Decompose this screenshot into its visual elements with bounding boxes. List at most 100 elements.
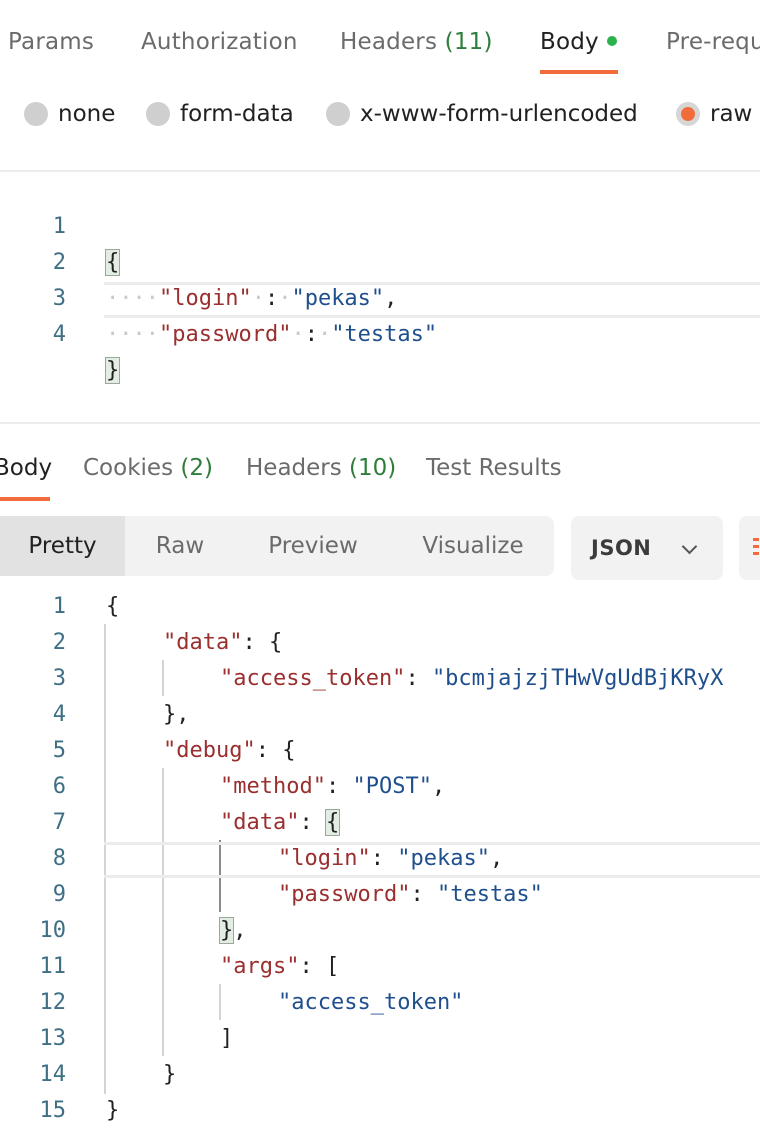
- line-number: 6: [52, 774, 66, 799]
- line-number: 9: [52, 882, 66, 907]
- pane-divider[interactable]: [0, 422, 760, 424]
- headers-count: (11): [444, 29, 493, 55]
- line-number: 5: [52, 738, 66, 763]
- punctuation: : {: [242, 630, 283, 655]
- json-value: "access_token": [278, 990, 464, 1015]
- json-key: "password": [158, 322, 292, 347]
- radio-selected-icon: [676, 102, 700, 126]
- line-number: 2: [52, 630, 66, 655]
- code-line: 13]: [0, 1021, 760, 1057]
- code-line: 5 "debug": {: [0, 733, 760, 769]
- request-body-editor[interactable]: 1 { 2 ····"login"·:·"pekas", 3 ····"pass…: [0, 172, 760, 422]
- active-tab-indicator: [540, 70, 618, 74]
- json-key: "password": [278, 882, 411, 907]
- view-raw-button[interactable]: Raw: [125, 516, 235, 576]
- radio-none[interactable]: none: [24, 98, 115, 130]
- tab-body[interactable]: Body: [540, 26, 617, 58]
- response-tab-headers[interactable]: Headers (10): [246, 452, 396, 484]
- code-line: 7 "data": {: [0, 805, 760, 841]
- line-number: 15: [39, 1098, 67, 1123]
- json-key: "login": [278, 846, 371, 871]
- body-modified-dot-icon: [606, 36, 617, 46]
- radio-label: raw: [710, 101, 753, 127]
- punctuation: : {: [255, 738, 296, 763]
- view-pretty-button[interactable]: Pretty: [0, 516, 125, 576]
- body-type-selector: none form-data x-www-form-urlencoded raw: [0, 92, 760, 136]
- code-line: 1{: [0, 589, 760, 625]
- tab-params[interactable]: Params: [8, 26, 94, 58]
- response-tab-test-results[interactable]: Test Results: [426, 452, 562, 484]
- json-value: "testas": [436, 882, 543, 907]
- tab-pre-request-script[interactable]: Pre-requ: [666, 26, 760, 58]
- json-key: "method": [220, 774, 326, 799]
- code-text: ]: [220, 1026, 234, 1051]
- wrap-lines-icon: [753, 538, 759, 541]
- line-number: 4: [52, 702, 66, 727]
- response-tabs: Body Cookies (2) Headers (10) Test Resul…: [0, 440, 760, 501]
- punctuation: :: [299, 810, 326, 835]
- view-mode-toggle: Pretty Raw Preview Visualize: [0, 516, 554, 576]
- view-visualize-button[interactable]: Visualize: [398, 516, 548, 576]
- json-value: "POST": [352, 774, 432, 799]
- tab-label: Authorization: [141, 29, 298, 55]
- tab-label: Pre-requ: [666, 29, 760, 55]
- code-text: }: [163, 1062, 177, 1087]
- code-line: 8 "login": "pekas",: [0, 841, 760, 877]
- code-text: },: [163, 702, 190, 727]
- matching-brace: }: [104, 357, 121, 384]
- chevron-down-icon: [681, 538, 698, 555]
- json-key: "data": [220, 810, 300, 835]
- json-value: "pekas": [397, 846, 490, 871]
- code-line: 12 "access_token": [0, 985, 760, 1021]
- radio-raw[interactable]: raw: [676, 98, 752, 130]
- format-select[interactable]: JSON: [571, 516, 723, 580]
- tab-label: Cookies: [83, 455, 174, 481]
- radio-label: none: [58, 101, 116, 127]
- response-tab-cookies[interactable]: Cookies (2): [83, 452, 213, 484]
- tab-headers[interactable]: Headers (11): [340, 26, 493, 58]
- radio-label: form-data: [180, 101, 294, 127]
- punctuation: ,: [431, 774, 446, 799]
- line-number: 8: [52, 846, 66, 871]
- matching-brace: {: [324, 809, 341, 836]
- line-number: 14: [39, 1062, 67, 1087]
- json-value: "testas": [331, 322, 438, 347]
- code-line: 3 "access_token": "bcmjajzjTHwVgUdBjKRyX: [0, 661, 760, 697]
- radio-form-data[interactable]: form-data: [146, 98, 294, 130]
- radio-label: x-www-form-urlencoded: [360, 101, 638, 127]
- radio-x-www-form-urlencoded[interactable]: x-www-form-urlencoded: [326, 98, 638, 130]
- view-preview-button[interactable]: Preview: [242, 516, 384, 576]
- punctuation: :: [405, 666, 432, 691]
- tab-label: Params: [8, 29, 95, 55]
- line-number: 11: [39, 954, 67, 979]
- json-key: "args": [220, 954, 300, 979]
- headers-count: (10): [349, 455, 397, 481]
- json-key: "data": [163, 630, 243, 655]
- json-key: "access_token": [220, 666, 406, 691]
- code-line: 1 {: [0, 173, 760, 276]
- code-line: 4 }: [0, 281, 760, 384]
- punctuation: :: [410, 882, 437, 907]
- tab-authorization[interactable]: Authorization: [141, 26, 298, 58]
- punctuation: ,: [233, 918, 247, 943]
- format-value: JSON: [591, 536, 652, 560]
- code-text: }: [106, 1098, 120, 1123]
- json-key: "debug": [163, 738, 256, 763]
- tab-label: Headers: [246, 455, 342, 481]
- response-body-viewer[interactable]: 1{ 2 "data": { 3 "access_token": "bcmjajzj…: [0, 588, 760, 1132]
- punctuation: ,: [489, 846, 504, 871]
- tab-label: Body: [540, 29, 599, 55]
- code-line: 9 "password": "testas": [0, 877, 760, 913]
- code-text: {: [106, 594, 120, 619]
- punctuation: : [: [299, 954, 340, 979]
- response-tab-body[interactable]: Body: [0, 452, 52, 484]
- wrap-lines-button[interactable]: [739, 516, 760, 580]
- line-number: 10: [39, 918, 67, 943]
- tab-label: Body: [0, 455, 53, 481]
- code-line: 2 "data": {: [0, 625, 760, 661]
- code-line: 14}: [0, 1057, 760, 1093]
- line-number: 4: [52, 322, 66, 347]
- matching-brace: }: [218, 917, 235, 944]
- cookies-count: (2): [180, 455, 213, 481]
- json-value: "bcmjajzjTHwVgUdBjKRyX: [431, 666, 724, 691]
